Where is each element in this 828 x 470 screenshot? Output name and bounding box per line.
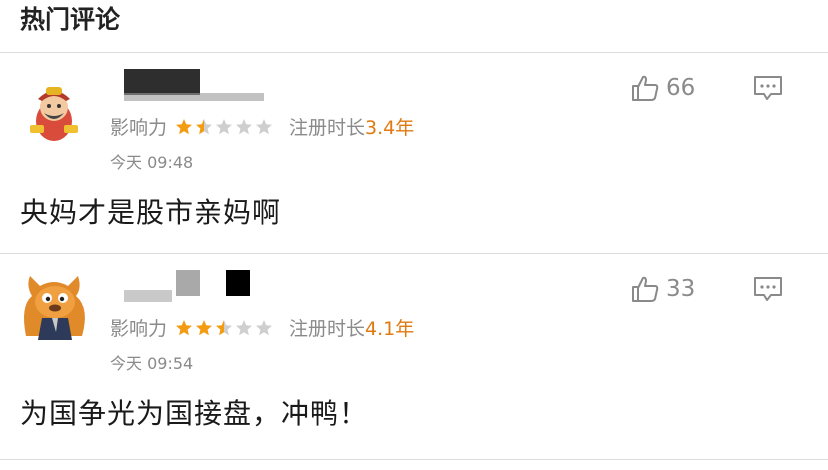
- comment-bubble-icon: [754, 76, 782, 100]
- avatar[interactable]: [22, 81, 86, 145]
- star-icon: [256, 118, 273, 134]
- reg-label: 注册时长: [289, 318, 366, 340]
- reg-value: 3.4年: [365, 117, 415, 139]
- comment-text: 为国争光为国接盘，冲鸭！: [20, 397, 369, 430]
- star-icon: [236, 118, 253, 134]
- meta-row: 影响力 注册时长 4.1年: [110, 314, 414, 341]
- influence-label: 影响力: [110, 318, 168, 340]
- thumbs-up-icon: [632, 276, 659, 302]
- avatar-cat-icon: [24, 276, 85, 340]
- comment-time: 今天 09:48: [110, 153, 194, 172]
- star-icon: [256, 319, 273, 335]
- reg-label: 注册时长: [289, 117, 366, 139]
- comment-text: 央妈才是股市亲妈啊: [20, 196, 282, 229]
- like-count: 33: [666, 276, 696, 302]
- comment-time: 今天 09:54: [110, 354, 194, 373]
- star-icon: [236, 319, 253, 335]
- reply-button[interactable]: [752, 274, 784, 304]
- reply-button[interactable]: [752, 73, 784, 103]
- comment-item: 影响力 注册时长 3.4年 今天 09:48 央妈才是股市亲妈啊 66: [0, 53, 828, 254]
- thumbs-up-icon: [632, 75, 659, 101]
- star-icon: [176, 118, 193, 134]
- avatar-cartoon-icon: [30, 87, 78, 141]
- star-icon: [216, 319, 233, 335]
- star-icon: [196, 118, 213, 134]
- influence-stars: [175, 319, 275, 337]
- star-icon: [216, 118, 233, 134]
- star-icon: [176, 319, 193, 335]
- like-count: 66: [666, 75, 696, 101]
- influence-stars: [175, 118, 275, 136]
- comment-item: 影响力 注册时长 4.1年 今天 09:54 为国争光为国接盘，冲鸭！ 33: [0, 254, 828, 460]
- influence-label: 影响力: [110, 117, 168, 139]
- star-icon: [196, 319, 213, 335]
- meta-row: 影响力 注册时长 3.4年: [110, 113, 414, 140]
- username-redacted[interactable]: [124, 270, 284, 304]
- comment-bubble-icon: [754, 277, 782, 301]
- section-header: 热门评论: [0, 0, 828, 53]
- like-button[interactable]: 33: [630, 274, 695, 304]
- reg-value: 4.1年: [365, 318, 415, 340]
- section-title: 热门评论: [20, 5, 121, 34]
- username-redacted[interactable]: [124, 69, 284, 103]
- like-button[interactable]: 66: [630, 73, 695, 103]
- avatar[interactable]: [18, 266, 92, 344]
